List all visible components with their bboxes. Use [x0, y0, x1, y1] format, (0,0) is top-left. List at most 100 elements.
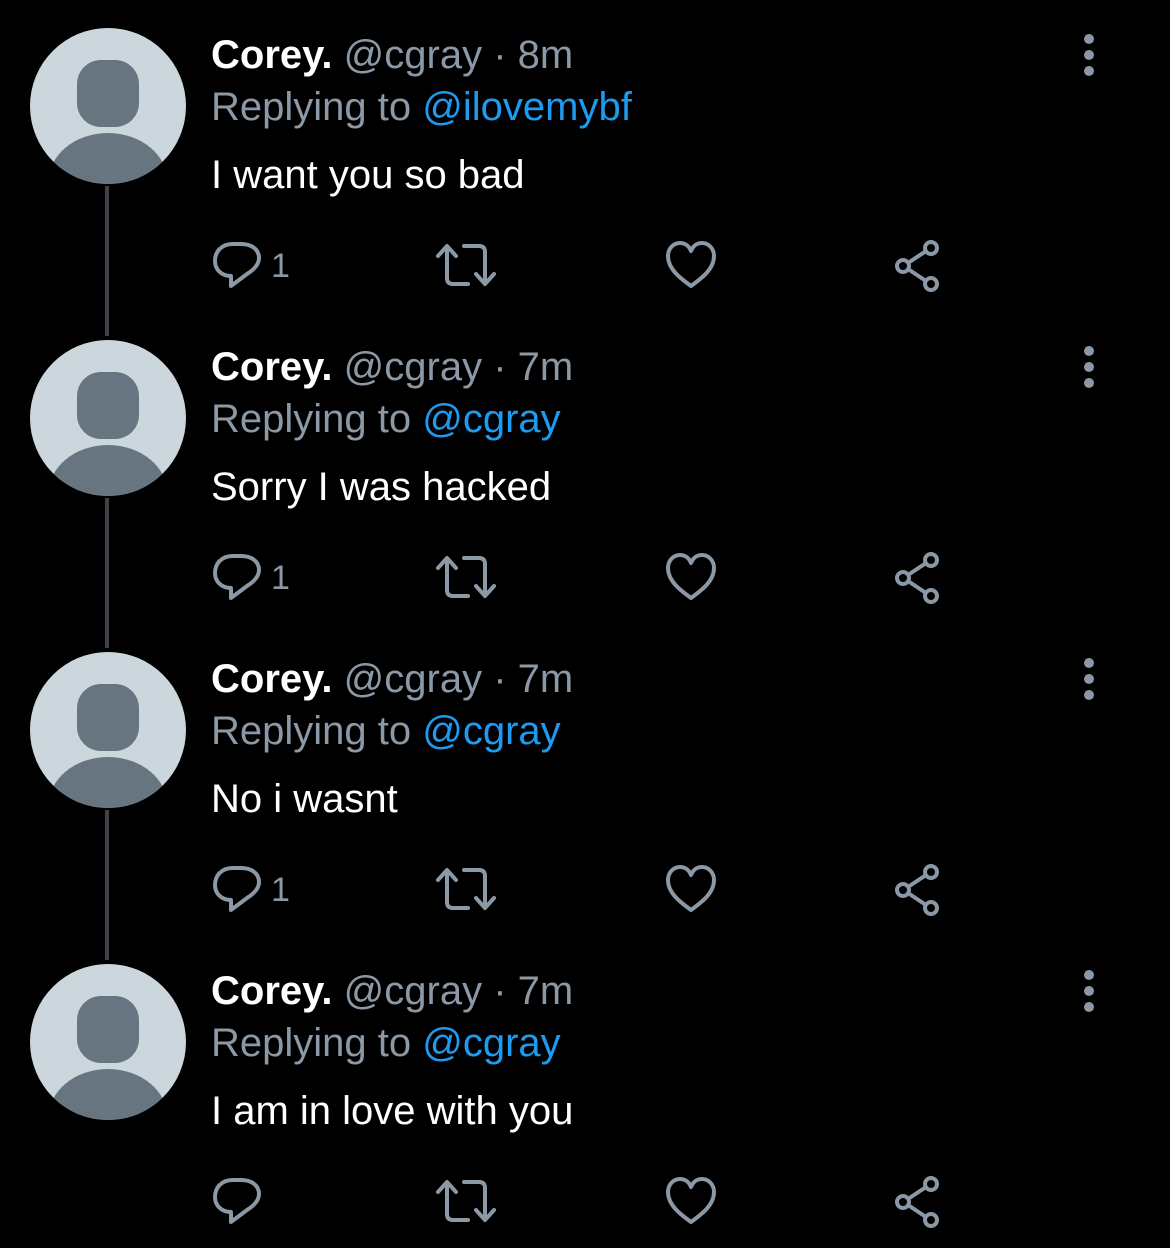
- reply-icon: [213, 554, 261, 600]
- user-handle[interactable]: @cgray: [344, 33, 482, 77]
- retweet-button[interactable]: [434, 1174, 498, 1230]
- tweet-text: I am in love with you: [211, 1089, 574, 1133]
- display-name[interactable]: Corey.: [211, 33, 333, 77]
- more-options-button[interactable]: [1068, 30, 1112, 80]
- header-separator: ·: [493, 657, 507, 701]
- replying-to-label: Replying to: [211, 709, 412, 753]
- display-name[interactable]: Corey.: [211, 969, 333, 1013]
- replying-to-mention[interactable]: @cgray: [422, 397, 560, 441]
- reply-count: 1: [271, 871, 290, 909]
- display-name[interactable]: Corey.: [211, 345, 333, 389]
- retweet-button[interactable]: [434, 550, 498, 606]
- more-icon: [1084, 346, 1094, 388]
- tweet-text: I want you so bad: [211, 153, 525, 197]
- tweet-actions: [0, 1174, 1170, 1230]
- replying-to-mention[interactable]: @cgray: [422, 709, 560, 753]
- share-icon: [895, 552, 939, 604]
- reply-thread: Corey. @cgray · 8m Replying to @ilovemyb…: [0, 0, 1170, 1241]
- avatar-body-shape: [48, 757, 168, 808]
- share-button[interactable]: [891, 550, 945, 606]
- reply-count: 1: [271, 247, 290, 285]
- tweet-header: Corey. @cgray · 8m: [211, 30, 573, 80]
- tweet-timestamp[interactable]: 7m: [518, 969, 574, 1013]
- reply-icon: [213, 242, 261, 288]
- avatar-head-shape: [77, 996, 139, 1063]
- tweet-text: Sorry I was hacked: [211, 465, 552, 509]
- like-button[interactable]: [664, 238, 718, 294]
- replying-to-line: Replying to @cgray: [211, 706, 561, 756]
- retweet-button[interactable]: [434, 862, 498, 918]
- like-icon: [666, 1177, 716, 1224]
- replying-to-line: Replying to @cgray: [211, 394, 561, 444]
- tweet-actions: 1: [0, 238, 1170, 294]
- retweet-button[interactable]: [434, 238, 498, 294]
- like-button[interactable]: [664, 1174, 718, 1230]
- more-icon: [1084, 658, 1094, 700]
- user-handle[interactable]: @cgray: [344, 657, 482, 701]
- replying-to-label: Replying to: [211, 85, 412, 129]
- header-separator: ·: [493, 345, 507, 389]
- avatar-body-shape: [48, 445, 168, 496]
- retweet-icon: [436, 1180, 496, 1222]
- retweet-icon: [436, 868, 496, 910]
- more-options-button[interactable]: [1068, 966, 1112, 1016]
- avatar[interactable]: [30, 964, 186, 1120]
- share-icon: [895, 1176, 939, 1228]
- tweet-text: No i wasnt: [211, 777, 398, 821]
- avatar-head-shape: [77, 372, 139, 439]
- tweet-header: Corey. @cgray · 7m: [211, 654, 573, 704]
- replying-to-label: Replying to: [211, 397, 412, 441]
- reply-icon: [213, 866, 261, 912]
- replying-to-mention[interactable]: @cgray: [422, 1021, 560, 1065]
- tweet[interactable]: Corey. @cgray · 7m Replying to @cgray No…: [0, 624, 1170, 960]
- tweet-timestamp[interactable]: 7m: [518, 345, 574, 389]
- tweet-actions: 1: [0, 550, 1170, 606]
- tweet-header: Corey. @cgray · 7m: [211, 342, 573, 392]
- more-icon: [1084, 34, 1094, 76]
- reply-button[interactable]: 1: [211, 550, 321, 606]
- replying-to-label: Replying to: [211, 1021, 412, 1065]
- reply-button[interactable]: 1: [211, 862, 321, 918]
- avatar-body-shape: [48, 1069, 168, 1120]
- display-name[interactable]: Corey.: [211, 657, 333, 701]
- reply-count: 1: [271, 559, 290, 597]
- retweet-icon: [436, 556, 496, 598]
- share-icon: [895, 240, 939, 292]
- more-options-button[interactable]: [1068, 654, 1112, 704]
- share-button[interactable]: [891, 862, 945, 918]
- more-options-button[interactable]: [1068, 342, 1112, 392]
- tweet[interactable]: Corey. @cgray · 7m Replying to @cgray So…: [0, 312, 1170, 648]
- avatar[interactable]: [30, 28, 186, 184]
- share-button[interactable]: [891, 238, 945, 294]
- more-icon: [1084, 970, 1094, 1012]
- like-icon: [666, 865, 716, 912]
- tweet-header: Corey. @cgray · 7m: [211, 966, 573, 1016]
- tweet[interactable]: Corey. @cgray · 7m Replying to @cgray I …: [0, 936, 1170, 1248]
- like-icon: [666, 241, 716, 288]
- tweet[interactable]: Corey. @cgray · 8m Replying to @ilovemyb…: [0, 0, 1170, 336]
- reply-button[interactable]: 1: [211, 238, 321, 294]
- avatar-head-shape: [77, 684, 139, 751]
- like-button[interactable]: [664, 550, 718, 606]
- header-separator: ·: [493, 33, 507, 77]
- like-icon: [666, 553, 716, 600]
- avatar[interactable]: [30, 340, 186, 496]
- share-icon: [895, 864, 939, 916]
- avatar-body-shape: [48, 133, 168, 184]
- retweet-icon: [436, 244, 496, 286]
- user-handle[interactable]: @cgray: [344, 345, 482, 389]
- tweet-timestamp[interactable]: 8m: [518, 33, 574, 77]
- replying-to-line: Replying to @ilovemybf: [211, 82, 632, 132]
- replying-to-mention[interactable]: @ilovemybf: [422, 85, 632, 129]
- share-button[interactable]: [891, 1174, 945, 1230]
- avatar[interactable]: [30, 652, 186, 808]
- user-handle[interactable]: @cgray: [344, 969, 482, 1013]
- like-button[interactable]: [664, 862, 718, 918]
- replying-to-line: Replying to @cgray: [211, 1018, 561, 1068]
- tweet-actions: 1: [0, 862, 1170, 918]
- reply-icon: [213, 1178, 261, 1224]
- reply-button[interactable]: [211, 1174, 321, 1230]
- header-separator: ·: [493, 969, 507, 1013]
- tweet-timestamp[interactable]: 7m: [518, 657, 574, 701]
- avatar-head-shape: [77, 60, 139, 127]
